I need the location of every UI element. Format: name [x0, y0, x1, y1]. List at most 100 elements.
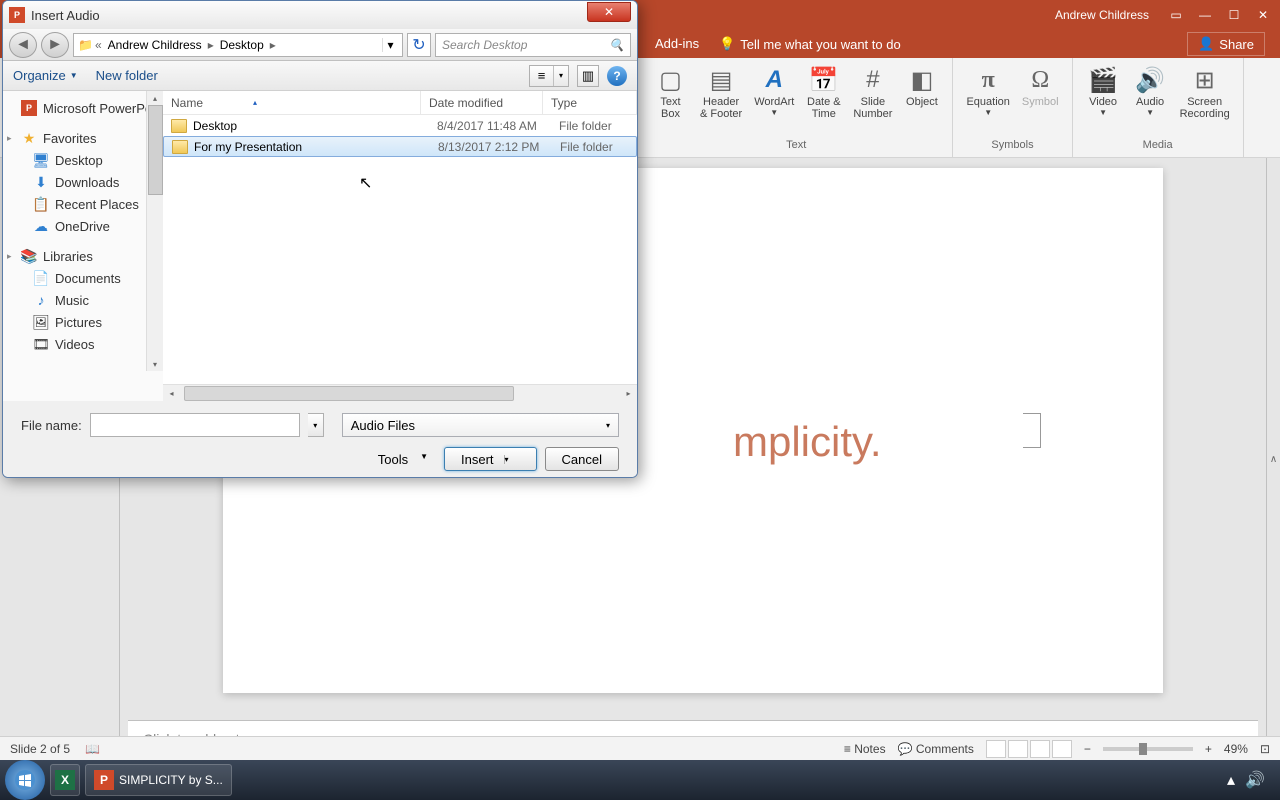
- video-icon: 🎬: [1087, 64, 1119, 96]
- sidebar-recent[interactable]: 📋Recent Places: [3, 193, 163, 215]
- comments-toggle[interactable]: 💬 Comments: [898, 742, 974, 756]
- object-button[interactable]: ◧Object: [899, 62, 944, 110]
- video-button[interactable]: 🎬Video▼: [1081, 62, 1126, 119]
- chevron-icon[interactable]: ▸: [7, 251, 12, 262]
- minimize-icon[interactable]: —: [1198, 8, 1212, 22]
- sidebar-powerpoint[interactable]: PMicrosoft PowerPo: [3, 97, 163, 119]
- textbox-icon: ▢: [655, 64, 687, 96]
- symbol-button[interactable]: ΩSymbol: [1017, 62, 1064, 110]
- cursor-icon: ↖: [359, 173, 372, 193]
- column-date[interactable]: Date modified: [421, 91, 543, 114]
- maximize-icon[interactable]: ☐: [1227, 8, 1241, 22]
- dialog-titlebar[interactable]: P Insert Audio ✕: [3, 1, 637, 29]
- refresh-button[interactable]: ↻: [407, 33, 431, 57]
- sidebar-desktop[interactable]: 🖥Desktop: [3, 149, 163, 171]
- back-button[interactable]: ◄: [9, 32, 37, 58]
- sidebar-documents[interactable]: 📄Documents: [3, 267, 163, 289]
- zoom-slider[interactable]: [1103, 747, 1193, 751]
- sorter-view-button[interactable]: [1008, 740, 1028, 758]
- folder-icon: 📁: [78, 38, 93, 52]
- header-footer-button[interactable]: ▤Header & Footer: [695, 62, 747, 122]
- horizontal-scrollbar[interactable]: ◂ ▸: [163, 384, 637, 401]
- filename-dropdown[interactable]: ▾: [308, 413, 324, 437]
- tools-button[interactable]: Tools▼: [370, 449, 436, 470]
- equation-button[interactable]: πEquation▼: [961, 62, 1014, 119]
- breadcrumb-seg1[interactable]: Andrew Childress: [104, 38, 206, 52]
- file-row[interactable]: Desktop 8/4/2017 11:48 AM File folder: [163, 115, 637, 136]
- organize-button[interactable]: Organize ▼: [13, 68, 78, 83]
- recent-icon: 📋: [33, 196, 49, 212]
- cloud-icon: ☁: [33, 218, 49, 234]
- tell-me-search[interactable]: 💡 Tell me what you want to do: [719, 36, 901, 52]
- ribbon-options-icon[interactable]: ▭: [1169, 8, 1183, 22]
- text-selection-handle[interactable]: [1023, 413, 1041, 448]
- header-icon: ▤: [705, 64, 737, 96]
- sidebar-favorites[interactable]: ▸★Favorites: [3, 127, 163, 149]
- filetype-filter[interactable]: Audio Files ▾: [342, 413, 619, 437]
- dialog-sidebar: PMicrosoft PowerPo ▸★Favorites 🖥Desktop …: [3, 91, 163, 401]
- breadcrumb[interactable]: 📁 « Andrew Childress ▸ Desktop ▸ ▾: [73, 33, 403, 57]
- wordart-button[interactable]: AWordArt▼: [749, 62, 799, 119]
- start-button[interactable]: [5, 760, 45, 800]
- picture-icon: 🖼: [33, 314, 49, 330]
- notes-toggle[interactable]: ≡ Notes: [844, 742, 886, 756]
- sidebar-scrollbar[interactable]: ▴ ▾: [146, 91, 163, 371]
- ppt-user[interactable]: Andrew Childress: [1055, 8, 1149, 22]
- breadcrumb-dropdown[interactable]: ▾: [382, 38, 398, 52]
- cancel-button[interactable]: Cancel: [545, 447, 619, 471]
- preview-pane-button[interactable]: ▥: [577, 65, 599, 87]
- sidebar-libraries[interactable]: ▸📚Libraries: [3, 245, 163, 267]
- music-icon: ♪: [33, 292, 49, 308]
- volume-icon[interactable]: 🔊: [1245, 770, 1265, 790]
- help-button[interactable]: ?: [607, 66, 627, 86]
- filename-input[interactable]: [90, 413, 300, 437]
- datetime-button[interactable]: 📅Date & Time: [801, 62, 846, 122]
- reading-view-button[interactable]: [1030, 740, 1050, 758]
- tab-addins[interactable]: Add-ins: [655, 36, 699, 52]
- share-button[interactable]: 👤 Share: [1187, 32, 1265, 56]
- insert-dropdown[interactable]: ▾: [504, 455, 520, 464]
- sidebar-onedrive[interactable]: ☁OneDrive: [3, 215, 163, 237]
- ppt-icon: P: [21, 100, 37, 116]
- slideshow-view-button[interactable]: [1052, 740, 1072, 758]
- excel-taskbar-item[interactable]: X: [50, 764, 80, 796]
- textbox-button[interactable]: ▢Text Box: [648, 62, 693, 122]
- file-row[interactable]: For my Presentation 8/13/2017 2:12 PM Fi…: [163, 136, 637, 157]
- forward-button[interactable]: ►: [41, 32, 69, 58]
- audio-button[interactable]: 🔊Audio▼: [1128, 62, 1173, 119]
- equation-icon: π: [972, 64, 1004, 96]
- tray-arrow-icon[interactable]: ▴: [1227, 770, 1235, 790]
- chevron-down-icon[interactable]: ▸: [7, 133, 12, 144]
- view-mode-button[interactable]: ≡▾: [529, 65, 569, 87]
- sidebar-videos[interactable]: 🎞Videos: [3, 333, 163, 355]
- close-icon[interactable]: ✕: [1256, 8, 1270, 22]
- insert-button[interactable]: Insert▾: [444, 447, 537, 471]
- zoom-out-button[interactable]: −: [1084, 742, 1091, 756]
- download-icon: ⬇: [33, 174, 49, 190]
- collapse-ribbon-button[interactable]: ∧: [1266, 158, 1280, 760]
- breadcrumb-seg2[interactable]: Desktop: [216, 38, 268, 52]
- dialog-footer: File name: ▾ Audio Files ▾ Tools▼ Insert…: [3, 401, 637, 478]
- normal-view-button[interactable]: [986, 740, 1006, 758]
- file-rows[interactable]: Desktop 8/4/2017 11:48 AM File folder Fo…: [163, 115, 637, 384]
- column-name[interactable]: Name▴: [163, 91, 421, 114]
- powerpoint-taskbar-item[interactable]: PSIMPLICITY by S...: [85, 764, 232, 796]
- search-icon: 🔍: [609, 38, 624, 52]
- folder-icon: [172, 140, 188, 154]
- object-icon: ◧: [906, 64, 938, 96]
- newfolder-button[interactable]: New folder: [96, 68, 158, 83]
- zoom-in-button[interactable]: +: [1205, 742, 1212, 756]
- sidebar-downloads[interactable]: ⬇Downloads: [3, 171, 163, 193]
- column-type[interactable]: Type: [543, 91, 637, 114]
- filename-label: File name:: [21, 418, 82, 433]
- search-input[interactable]: Search Desktop 🔍: [435, 33, 631, 57]
- screenrec-button[interactable]: ⊞Screen Recording: [1175, 62, 1235, 122]
- sidebar-music[interactable]: ♪Music: [3, 289, 163, 311]
- fit-window-button[interactable]: ⊡: [1260, 742, 1270, 756]
- slidenumber-button[interactable]: #Slide Number: [848, 62, 897, 122]
- sidebar-pictures[interactable]: 🖼Pictures: [3, 311, 163, 333]
- slide-textbox[interactable]: mplicity.: [733, 418, 882, 466]
- zoom-level[interactable]: 49%: [1224, 742, 1248, 756]
- spellcheck-icon[interactable]: 📖: [85, 742, 100, 756]
- dialog-close-button[interactable]: ✕: [587, 2, 631, 22]
